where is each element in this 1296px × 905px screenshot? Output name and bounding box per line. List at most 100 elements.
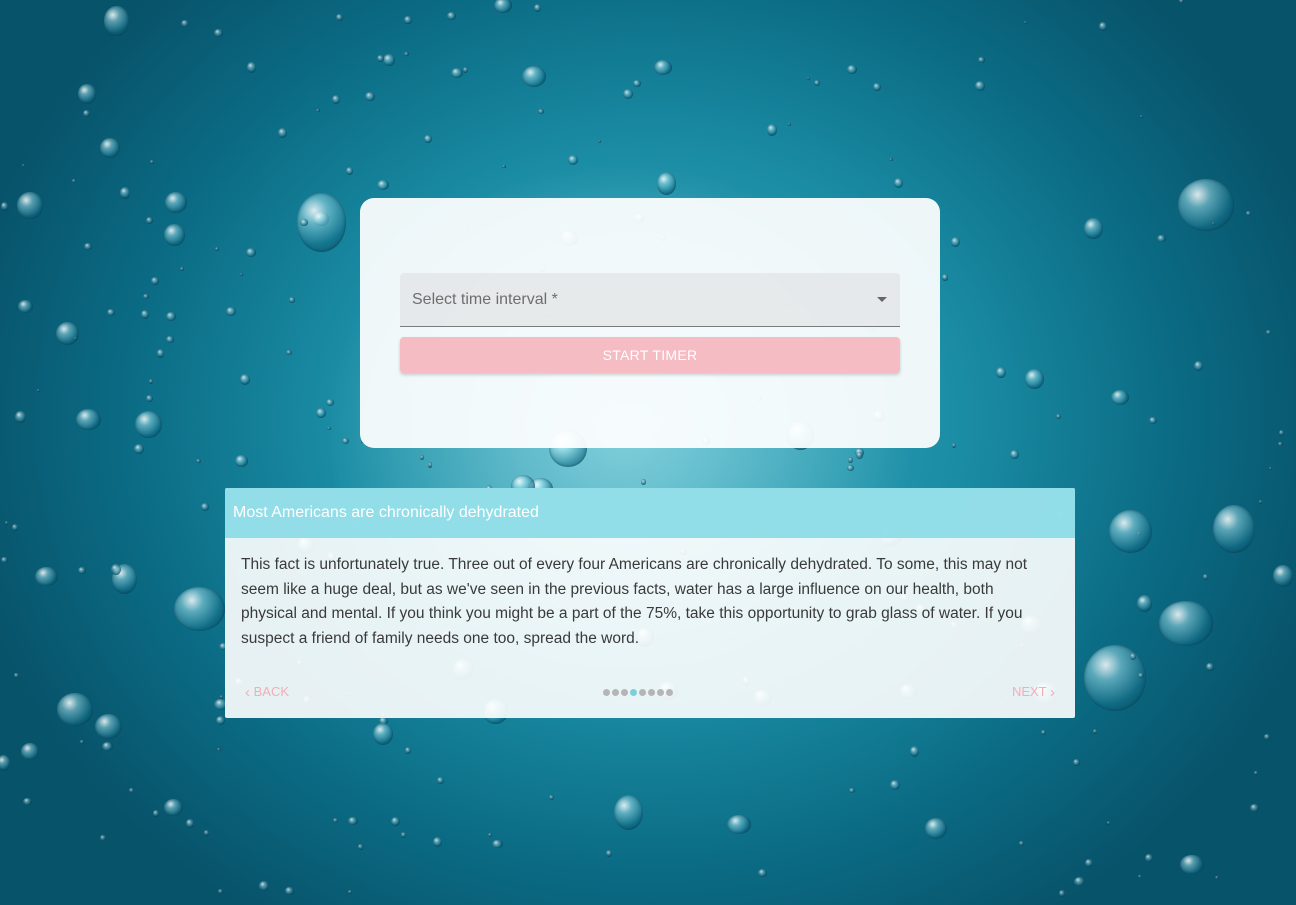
bubble-decoration (641, 479, 647, 485)
chevron-left-icon: ‹ (245, 684, 250, 701)
bubble-decoration (100, 137, 121, 158)
bubble-decoration (347, 889, 352, 895)
bubble-decoration (120, 186, 131, 199)
bubble-decoration (180, 19, 189, 27)
bubble-decoration (977, 57, 985, 64)
bubble-decoration (856, 451, 863, 460)
bubble-decoration (1137, 672, 1144, 679)
bubble-decoration (433, 837, 443, 848)
bubble-decoration (632, 80, 641, 87)
bubble-decoration (766, 124, 778, 136)
bubble-decoration (1136, 594, 1153, 612)
back-label: BACK (253, 684, 290, 699)
bubble-decoration (538, 108, 544, 115)
bubble-decoration (487, 832, 492, 838)
bubble-decoration (1009, 450, 1019, 459)
bubble-decoration (145, 217, 154, 225)
bubble-decoration (1246, 210, 1251, 216)
bubble-decoration (300, 219, 308, 227)
bubble-decoration (376, 179, 390, 190)
time-interval-select[interactable]: Select time interval * (400, 273, 900, 327)
bubble-decoration (405, 747, 411, 754)
bubble-decoration (1, 557, 9, 563)
start-timer-button[interactable]: START TIMER (400, 337, 900, 373)
bubble-decoration (358, 844, 363, 850)
bubble-decoration (1149, 417, 1157, 425)
bubble-decoration (492, 840, 503, 849)
bubble-decoration (316, 108, 320, 112)
bubble-decoration (1138, 874, 1142, 878)
bubble-decoration (4, 520, 9, 525)
bubble-decoration (148, 378, 153, 384)
bubble-decoration (104, 6, 129, 36)
bubble-decoration (239, 374, 251, 385)
bubble-decoration (909, 745, 919, 757)
bubble-decoration (952, 443, 957, 448)
bubble-decoration (11, 524, 19, 532)
bubble-decoration (1263, 734, 1270, 741)
bubble-decoration (165, 336, 174, 344)
step-dot (612, 689, 619, 696)
bubble-decoration (234, 454, 248, 468)
bubble-decoration (622, 89, 633, 100)
bubble-decoration (951, 237, 960, 248)
back-button[interactable]: ‹ BACK (245, 684, 289, 701)
bubble-decoration (333, 818, 339, 824)
bubble-decoration (1203, 574, 1209, 581)
bubble-decoration (185, 819, 194, 828)
bubble-decoration (166, 312, 176, 322)
bubble-decoration (200, 502, 209, 512)
bubble-decoration (245, 248, 257, 258)
bubble-decoration (246, 62, 257, 73)
bubble-decoration (1074, 876, 1085, 886)
bubble-decoration (1266, 330, 1272, 336)
bubble-decoration (0, 755, 11, 771)
bubble-decoration (215, 715, 226, 726)
bubble-decoration (814, 79, 820, 86)
bubble-decoration (72, 179, 77, 184)
bubble-decoration (17, 300, 33, 314)
bubble-decoration (1058, 890, 1065, 898)
bubble-decoration (0, 201, 9, 211)
step-dot (630, 689, 637, 696)
underwater-bubbles-background (0, 0, 1296, 905)
bubble-decoration (17, 192, 44, 219)
bubble-decoration (377, 54, 384, 63)
bubble-decoration (849, 787, 856, 794)
bubble-decoration (1250, 803, 1260, 813)
bubble-decoration (888, 158, 893, 162)
bubble-decoration (1106, 821, 1110, 825)
bubble-decoration (807, 76, 811, 80)
bubble-decoration (1041, 730, 1047, 736)
bubble-decoration (1025, 369, 1045, 389)
bubble-decoration (102, 742, 113, 751)
bubble-decoration (82, 109, 90, 117)
bubble-decoration (14, 410, 26, 424)
next-button[interactable]: NEXT › (1012, 684, 1055, 701)
bubble-decoration (847, 456, 854, 463)
bubble-decoration (1278, 429, 1284, 437)
bubble-decoration (727, 815, 751, 835)
bubble-decoration (1098, 21, 1108, 31)
bubble-decoration (22, 163, 26, 167)
bubble-decoration (57, 693, 93, 726)
bubble-decoration (336, 14, 343, 22)
bubble-decoration (1145, 853, 1154, 862)
bubble-decoration (787, 122, 791, 126)
bubble-decoration (372, 722, 393, 746)
bubble-decoration (76, 409, 101, 431)
bubble-decoration (613, 795, 643, 831)
fact-stepper-card: Most Americans are chronically dehydrate… (225, 488, 1075, 718)
bubble-decoration (1085, 859, 1093, 867)
bubble-decoration (259, 881, 269, 892)
timer-card: Select time interval * START TIMER (360, 198, 940, 448)
bubble-decoration (567, 154, 579, 166)
bubble-decoration (133, 444, 144, 454)
bubble-decoration (974, 81, 986, 92)
bubble-decoration (401, 832, 407, 839)
bubble-decoration (427, 462, 433, 468)
step-dot (639, 689, 646, 696)
bubble-decoration (1254, 771, 1259, 775)
bubble-decoration (758, 868, 767, 877)
bubble-decoration (1206, 662, 1214, 672)
